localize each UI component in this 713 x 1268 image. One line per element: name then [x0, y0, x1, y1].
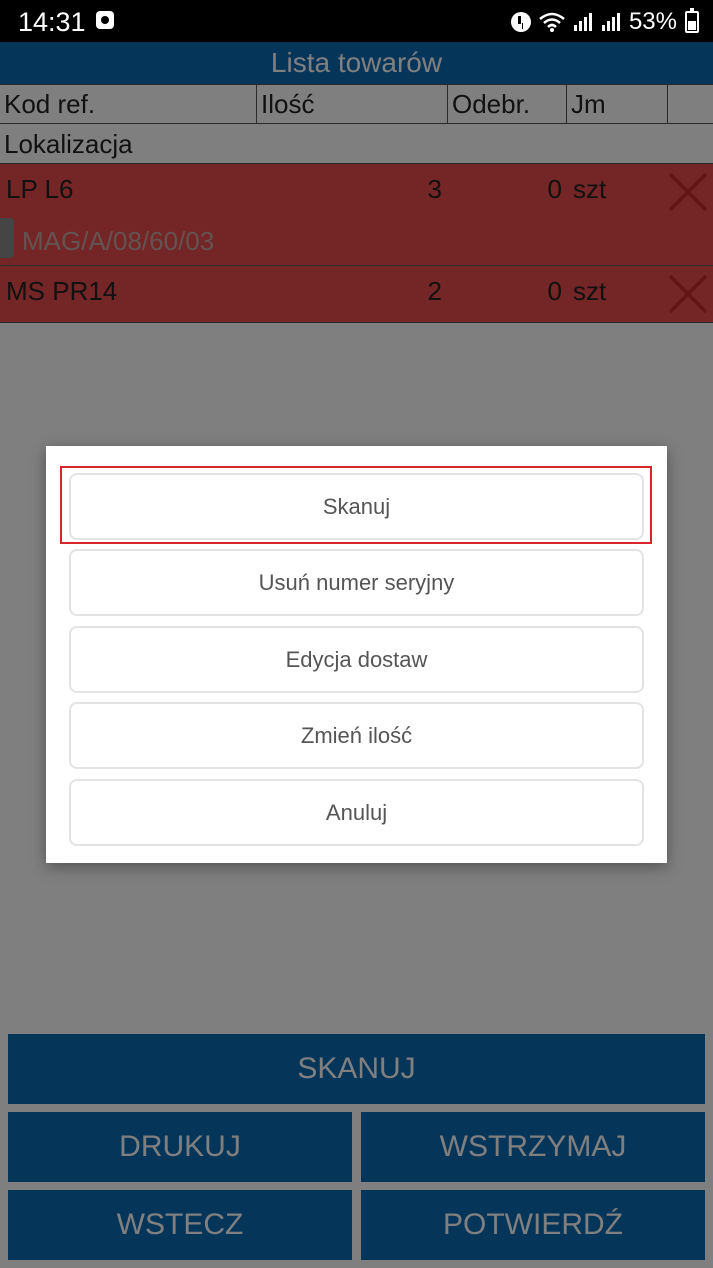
cancel-button[interactable]: Anuluj [69, 779, 644, 846]
wifi-icon [539, 11, 565, 33]
alarm-icon [510, 12, 531, 32]
status-icons: 53% [510, 6, 699, 38]
app-notification-icon [96, 11, 114, 29]
signal-icon [573, 12, 593, 32]
battery-icon [685, 8, 699, 33]
dialog-scan-button[interactable]: Skanuj [69, 473, 644, 540]
status-bar: 14:31 53% [0, 0, 713, 42]
remove-serial-number-button[interactable]: Usuń numer seryjny [69, 549, 644, 616]
edit-deliveries-button[interactable]: Edycja dostaw [69, 626, 644, 693]
change-quantity-button[interactable]: Zmień ilość [69, 702, 644, 769]
action-dialog: Skanuj Usuń numer seryjny Edycja dostaw … [46, 446, 667, 863]
battery-percent: 53% [628, 8, 677, 35]
status-time: 14:31 [18, 7, 86, 37]
signal-icon-2 [601, 12, 621, 32]
